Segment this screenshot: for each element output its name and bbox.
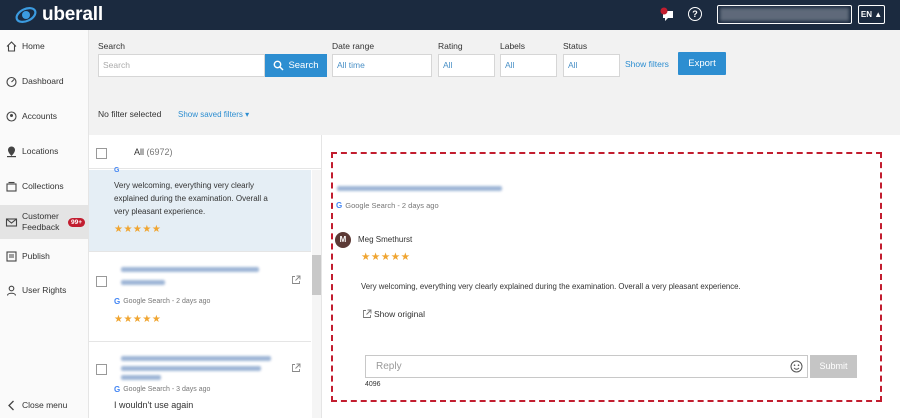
redacted-text [121, 366, 261, 371]
select-all-row: All (6972) [89, 135, 321, 169]
status-select[interactable]: All [563, 54, 620, 77]
detail-review-source: G Google Search - 2 days ago [336, 201, 439, 210]
sidebar-item-customer-feedback[interactable]: Customer Feedback 99+ [0, 205, 89, 239]
home-icon [6, 40, 17, 52]
detail-star-rating: ★★★★★ [361, 251, 411, 263]
review-snippet-line: Very welcoming, everything very clearly [114, 181, 255, 190]
review-source: G Google Search - 2 days ago [114, 297, 211, 306]
review-snippet-line: very pleasant experience. [114, 207, 206, 216]
export-button[interactable]: Export [678, 52, 726, 75]
emoji-icon[interactable] [790, 360, 803, 373]
sidebar-item-label: Home [22, 40, 45, 51]
avatar: M [335, 232, 351, 248]
collections-icon [6, 181, 17, 192]
labels-select[interactable]: All [500, 54, 557, 77]
sidebar-item-dashboard[interactable]: Dashboard [0, 66, 89, 96]
redacted-text [121, 280, 165, 285]
close-menu-button[interactable]: Close menu [0, 392, 89, 418]
notifications-icon[interactable] [659, 7, 677, 23]
feedback-icon [5, 217, 18, 227]
publish-icon [6, 250, 17, 262]
all-reviews-count: (6972) [146, 147, 173, 157]
uberall-logo[interactable]: uberall [14, 4, 103, 26]
redacted-location-name [337, 186, 502, 191]
show-filters-link[interactable]: Show filters [625, 59, 669, 69]
review-list: All (6972) G Very welcoming, everything … [89, 135, 321, 418]
feedback-count-badge: 99+ [68, 218, 85, 227]
select-all-checkbox[interactable] [96, 148, 107, 159]
sidebar-item-label: User Rights [22, 284, 67, 295]
close-menu-label: Close menu [22, 399, 68, 410]
show-saved-filters-link[interactable]: Show saved filters ▾ [178, 110, 249, 119]
date-range-select[interactable]: All time [332, 54, 432, 77]
reply-textarea[interactable]: Reply [365, 355, 808, 378]
rating-select[interactable]: All [438, 54, 495, 77]
list-item-selected[interactable]: G Very welcoming, everything very clearl… [89, 167, 311, 252]
google-icon: G [114, 297, 121, 306]
top-bar: uberall ? EN ▲ [0, 0, 900, 30]
search-button-label: Search [288, 60, 319, 71]
google-icon: G [336, 201, 343, 210]
uberall-logo-icon [15, 7, 37, 23]
list-item[interactable]: G Google Search - 3 days ago I wouldn't u… [89, 342, 311, 418]
search-input[interactable]: Search [98, 54, 265, 77]
review-checkbox[interactable] [96, 276, 107, 287]
sidebar-item-label: Collections [22, 180, 64, 191]
chevron-left-icon [8, 400, 14, 410]
star-rating: ★★★★★ [114, 224, 162, 235]
star-rating: ★★★★★ [114, 314, 162, 325]
brand-name: uberall [42, 4, 103, 25]
sidebar-item-locations[interactable]: Locations [0, 136, 89, 166]
reply-char-count: 4096 [365, 381, 381, 388]
sidebar-item-user-rights[interactable]: User Rights [0, 275, 89, 305]
reviewer-name: Meg Smethurst [358, 235, 413, 244]
no-filter-text: No filter selected [98, 109, 162, 119]
sidebar: Home Dashboard Accounts Locations Collec… [0, 30, 89, 418]
filter-bar: Search Search Search Date range All time… [89, 30, 900, 135]
search-button[interactable]: Search [265, 54, 327, 77]
sidebar-item-publish[interactable]: Publish [0, 241, 89, 271]
account-selector[interactable] [717, 5, 852, 24]
dashboard-icon [6, 76, 17, 87]
review-snippet-line: explained during the examination. Overal… [114, 194, 268, 203]
review-snippet-line: I wouldn't use again [114, 400, 194, 410]
sidebar-item-label: Customer Feedback [22, 211, 60, 232]
sidebar-item-label: Publish [22, 250, 50, 261]
sidebar-item-label: Dashboard [22, 75, 64, 86]
google-icon: G [114, 385, 121, 394]
redacted-text [121, 356, 271, 361]
date-range-label: Date range [332, 41, 375, 51]
google-icon: G [114, 167, 120, 174]
review-checkbox[interactable] [96, 364, 107, 375]
accounts-icon [6, 110, 17, 122]
sidebar-item-label: Accounts [22, 110, 57, 121]
language-selector[interactable]: EN ▲ [858, 5, 885, 24]
redacted-text [121, 267, 259, 272]
sidebar-item-accounts[interactable]: Accounts [0, 101, 89, 131]
search-label: Search [98, 41, 125, 51]
external-link-icon[interactable] [291, 363, 301, 373]
labels-label: Labels [500, 41, 526, 51]
rating-label: Rating [438, 41, 463, 51]
redacted-text [121, 375, 161, 380]
external-link-icon [363, 309, 372, 318]
sidebar-item-label: Locations [22, 145, 59, 156]
account-name-redacted [720, 8, 849, 21]
all-reviews-label: All (6972) [134, 147, 173, 157]
search-icon [274, 60, 284, 71]
external-link-icon[interactable] [291, 275, 301, 285]
reply-placeholder: Reply [376, 361, 402, 372]
list-item[interactable]: G Google Search - 2 days ago ★★★★★ [89, 252, 311, 342]
submit-reply-button[interactable]: Submit [810, 355, 857, 378]
help-icon[interactable]: ? [688, 7, 702, 21]
review-source: G Google Search - 3 days ago [114, 385, 211, 394]
show-original-link[interactable]: Show original [362, 309, 425, 319]
status-label: Status [563, 41, 588, 51]
sidebar-item-home[interactable]: Home [0, 31, 89, 61]
review-full-text: Very welcoming, everything very clearly … [361, 282, 741, 291]
list-scroll-thumb[interactable] [312, 255, 321, 295]
user-icon [6, 285, 17, 296]
sidebar-item-collections[interactable]: Collections [0, 171, 89, 201]
location-pin-icon [7, 146, 16, 157]
